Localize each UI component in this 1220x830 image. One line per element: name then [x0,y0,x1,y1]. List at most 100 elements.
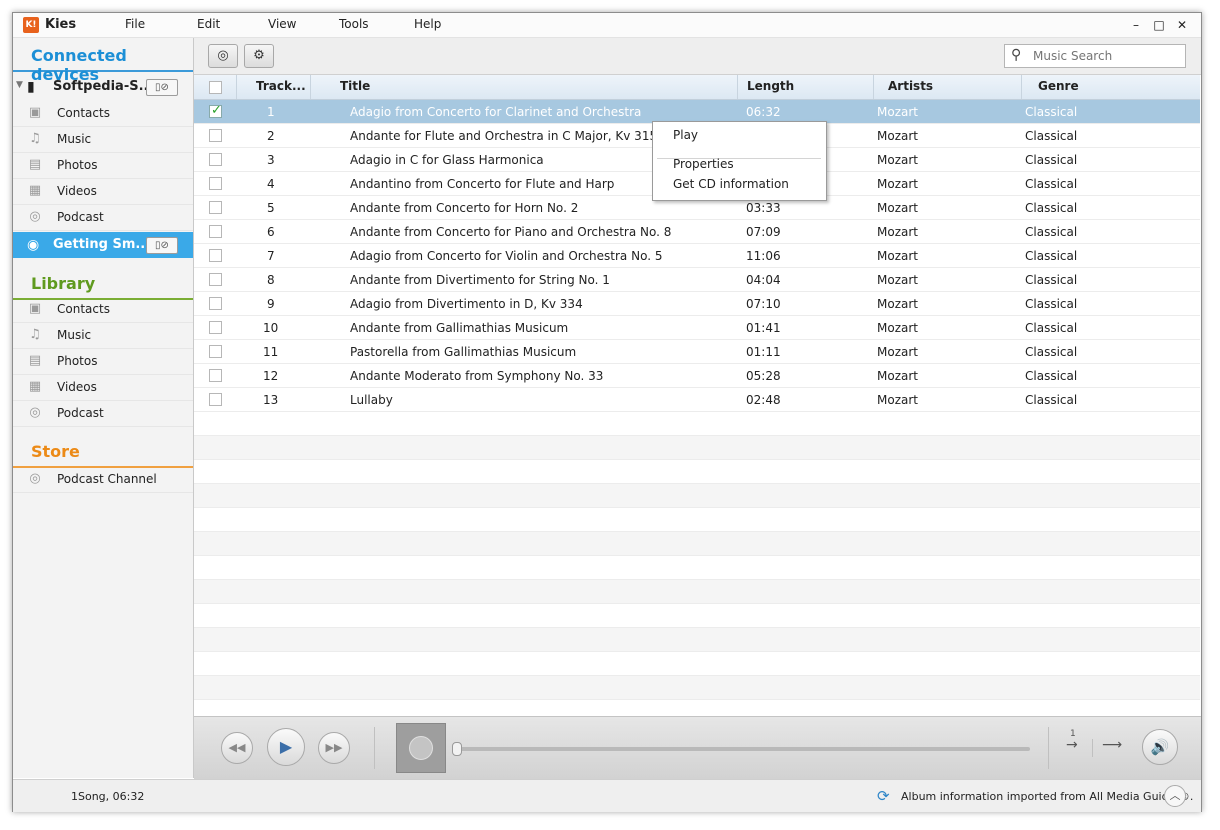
sidebar-item-library-photos[interactable]: ▤ Photos [13,348,193,375]
repeat-off-button[interactable]: ⟶ [1102,737,1122,753]
cell-title: Andante from Concerto for Horn No. 2 [350,201,579,215]
cell-artist: Mozart [877,177,918,191]
context-menu-get-cd-information[interactable]: Get CD information [673,177,789,191]
expand-up-button[interactable]: ︿ [1164,785,1186,807]
cell-artist: Mozart [877,249,918,263]
cell-title: Andante from Concerto for Piano and Orch… [350,225,672,239]
row-checkbox[interactable] [209,273,222,286]
volume-button[interactable]: 🔊 [1142,729,1178,765]
cell-length: 03:33 [746,201,781,215]
sidebar-item-label: Contacts [57,106,110,120]
cell-length: 01:11 [746,345,781,359]
minimize-button[interactable]: – [1125,15,1147,35]
empty-row [194,412,1200,436]
table-row[interactable]: 9 Adagio from Divertimento in D, Kv 334 … [194,292,1200,316]
context-menu-properties[interactable]: Properties [673,157,734,171]
menu-file[interactable]: File [125,17,145,31]
menu-tools[interactable]: Tools [339,17,369,31]
photos-icon: ▤ [28,157,42,172]
sidebar-item-music[interactable]: ♫ Music [13,126,193,153]
gear-icon: ⚙ [253,48,265,63]
context-menu: Play Properties Get CD information [652,121,827,201]
music-search-box[interactable]: ⚲ [1004,44,1186,68]
context-menu-play[interactable]: Play [673,128,698,142]
cd-rip-button[interactable]: ◎ [208,44,238,68]
header-title[interactable]: Title [340,79,370,93]
sidebar-item-videos[interactable]: ▦ Videos [13,178,193,205]
previous-button[interactable]: ◀◀ [221,732,253,764]
header-length[interactable]: Length [747,79,794,93]
sidebar-item-label: Music [57,132,92,146]
column-divider [236,75,237,99]
expand-arrow-icon[interactable]: ▼ [16,80,23,90]
settings-button[interactable]: ⚙ [244,44,274,68]
cell-track: 8 [267,273,275,287]
row-checkbox[interactable] [209,345,222,358]
sidebar-item-podcast[interactable]: ◎ Podcast [13,204,193,231]
menu-help[interactable]: Help [414,17,441,31]
sidebar-item-contacts[interactable]: ▣ Contacts [13,100,193,127]
device-softpedia[interactable]: ▼ ▮ Softpedia-S... ▯⊘ [13,74,193,100]
table-row[interactable]: 6 Andante from Concerto for Piano and Or… [194,220,1200,244]
maximize-button[interactable]: □ [1148,15,1170,35]
row-checkbox[interactable] [209,249,222,262]
store-header[interactable]: Store [13,434,193,468]
sidebar-item-library-music[interactable]: ♫ Music [13,322,193,349]
row-checkbox[interactable] [209,321,222,334]
cell-title: Andante from Divertimento for String No.… [350,273,610,287]
row-checkbox[interactable]: ✓ [209,103,222,118]
table-row[interactable]: 7 Adagio from Concerto for Violin and Or… [194,244,1200,268]
select-all-checkbox[interactable] [209,81,222,94]
table-row[interactable]: 8 Andante from Divertimento for String N… [194,268,1200,292]
menu-edit[interactable]: Edit [197,17,220,31]
contacts-icon: ▣ [28,105,42,120]
podcast-icon: ◎ [29,405,41,420]
next-button[interactable]: ▶▶ [318,732,350,764]
sidebar-item-library-videos[interactable]: ▦ Videos [13,374,193,401]
menu-view[interactable]: View [268,17,296,31]
row-checkbox[interactable] [209,201,222,214]
app-title: Kies [45,17,77,32]
rewind-icon: ◀◀ [228,741,246,754]
row-checkbox[interactable] [209,297,222,310]
search-input[interactable] [1031,47,1183,65]
play-button[interactable]: ▶ [267,728,305,766]
empty-row [194,436,1200,460]
row-checkbox[interactable] [209,153,222,166]
table-row[interactable]: 12 Andante Moderato from Symphony No. 33… [194,364,1200,388]
cell-track: 12 [263,369,279,383]
device-disconnect-button[interactable]: ▯⊘ [146,237,178,254]
photos-icon: ▤ [28,353,42,368]
cell-title: Adagio from Divertimento in D, Kv 334 [350,297,583,311]
cell-length: 06:32 [746,105,781,119]
sidebar-item-library-contacts[interactable]: ▣ Contacts [13,296,193,323]
row-checkbox[interactable] [209,225,222,238]
row-checkbox[interactable] [209,369,222,382]
row-checkbox[interactable] [209,177,222,190]
row-checkbox[interactable] [209,393,222,406]
table-row[interactable]: 11 Pastorella from Gallimathias Musicum … [194,340,1200,364]
device-disconnect-button[interactable]: ▯⊘ [146,79,178,96]
seek-bar[interactable] [456,747,1030,751]
cell-title: Adagio from Concerto for Violin and Orch… [350,249,663,263]
podcast-icon: ◎ [29,209,41,224]
header-genre[interactable]: Genre [1038,79,1079,93]
sidebar-item-library-podcast[interactable]: ◎ Podcast [13,400,193,427]
table-row[interactable]: 13 Lullaby 02:48 Mozart Classical [194,388,1200,412]
player-divider [374,727,375,769]
row-checkbox[interactable] [209,129,222,142]
cell-artist: Mozart [877,153,918,167]
header-track[interactable]: Track... [256,79,306,93]
sidebar-item-podcast-channel[interactable]: ◎ Podcast Channel [13,466,193,493]
library-header[interactable]: Library [13,266,193,300]
device-getting-started[interactable]: ◉ Getting Sm... ▯⊘ [13,232,193,258]
header-artists[interactable]: Artists [888,79,933,93]
sidebar-item-photos[interactable]: ▤ Photos [13,152,193,179]
table-row[interactable]: 10 Andante from Gallimathias Musicum 01:… [194,316,1200,340]
connected-devices-header[interactable]: Connected devices [13,38,193,84]
repeat-one-button[interactable]: 1 → [1066,729,1078,753]
seek-handle[interactable] [452,742,462,756]
cell-track: 7 [267,249,275,263]
player-bar: ◀◀ ▶ ▶▶ 1 → ⟶ 🔊 [194,716,1201,779]
close-button[interactable]: ✕ [1171,15,1193,35]
